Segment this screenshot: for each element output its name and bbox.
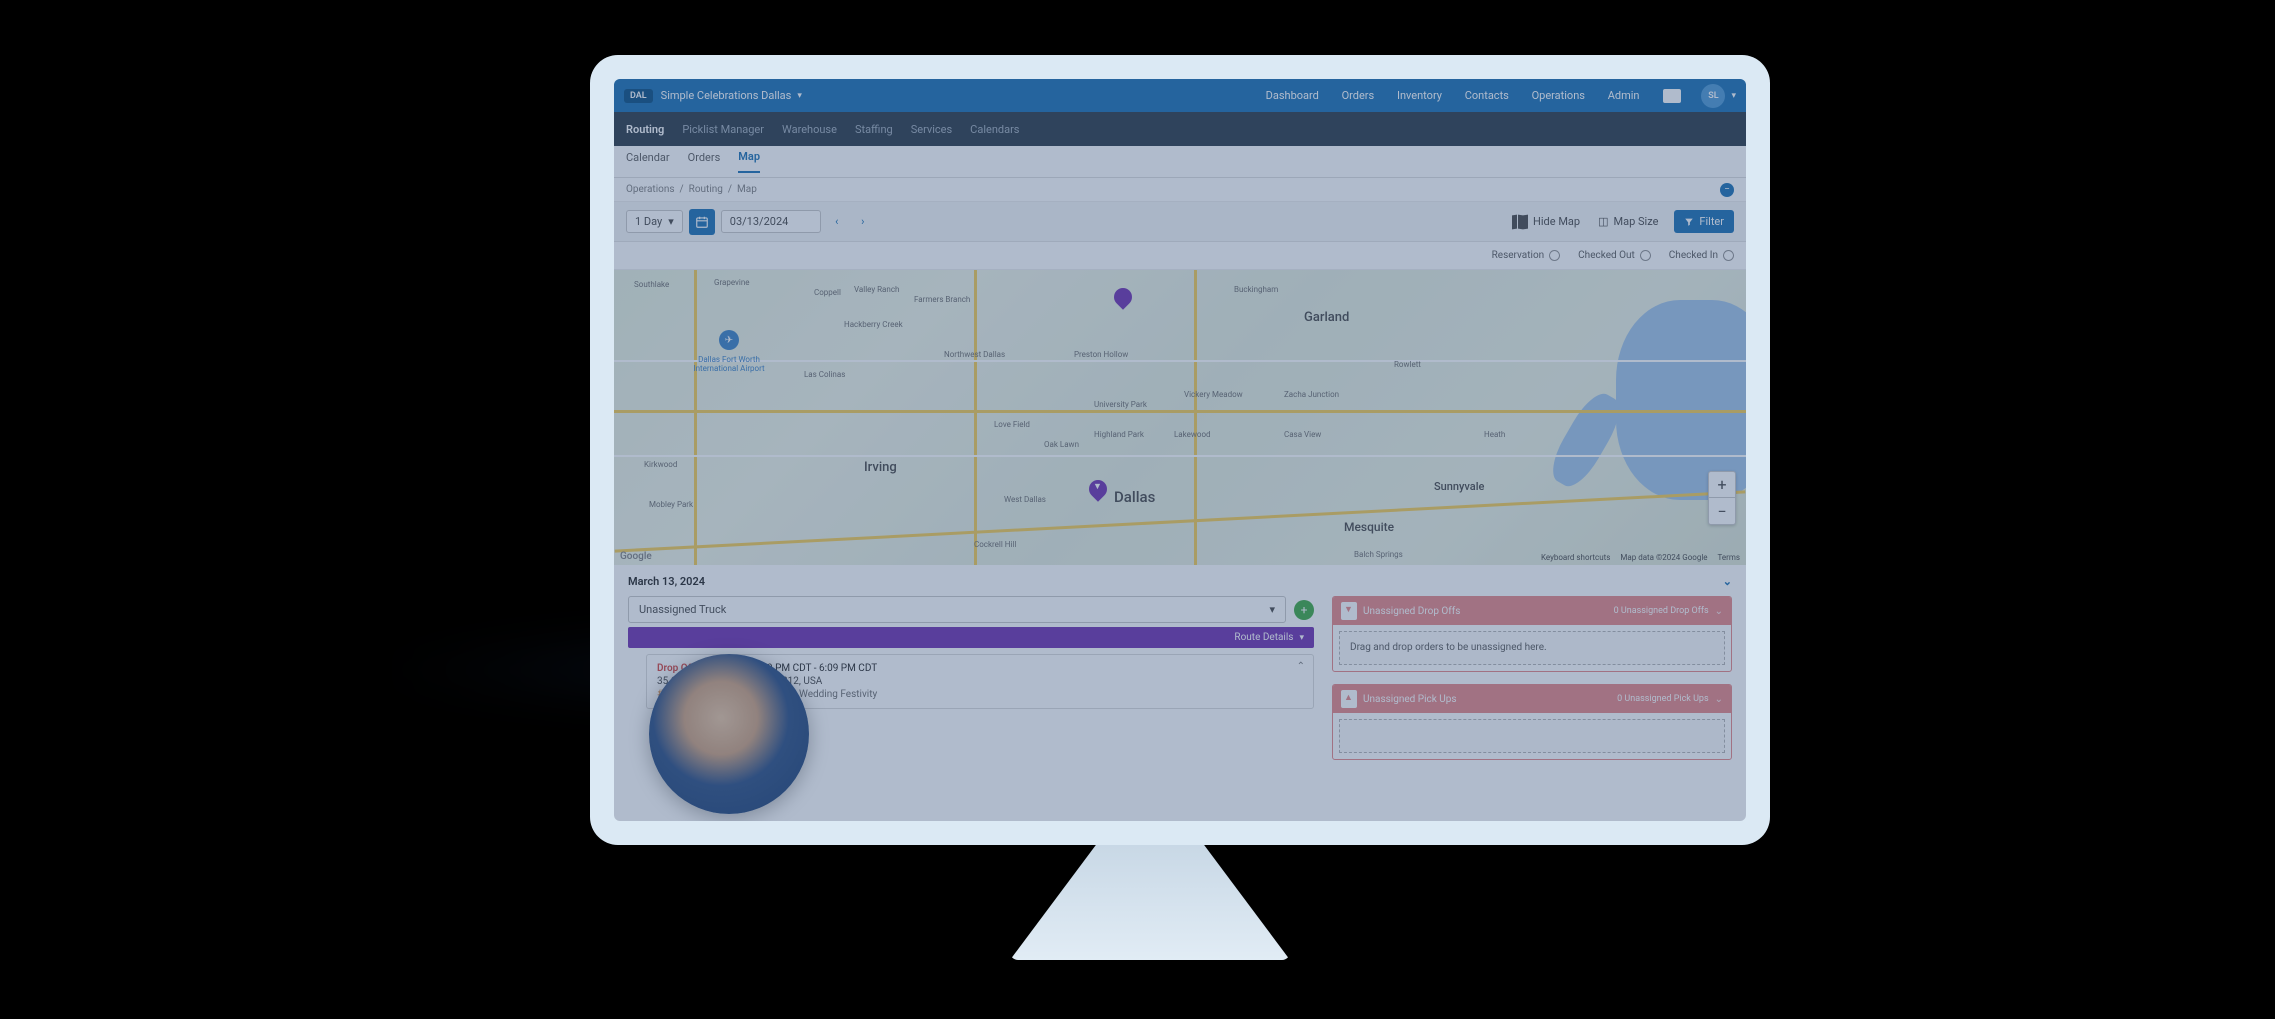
pickup-count: 0 Unassigned Pick Ups [1617,694,1708,704]
filter-button[interactable]: Filter [1674,210,1734,233]
subnav-staffing[interactable]: Staffing [855,123,893,136]
radio-icon [1640,250,1651,261]
map-label-dallas: Dallas [1114,488,1155,506]
map-pin-dropoff[interactable] [1089,480,1107,504]
map-pin[interactable] [1114,288,1132,312]
nav-inventory[interactable]: Inventory [1397,89,1442,102]
tab-bar: Calendar Orders Map [614,146,1746,178]
nav-admin[interactable]: Admin [1608,89,1640,102]
nav-operations[interactable]: Operations [1532,89,1585,102]
nav-dashboard[interactable]: Dashboard [1266,89,1319,102]
hide-map-toggle[interactable]: Hide Map [1512,215,1580,229]
tab-orders[interactable]: Orders [688,151,721,172]
map-size-toggle[interactable]: ◫ Map Size [1598,215,1658,228]
chevron-down-icon[interactable]: ▾ [797,91,802,101]
collapse-stop-icon[interactable]: ⌃ [1297,661,1305,672]
status-checked-out[interactable]: Checked Out [1578,250,1651,261]
truck-select[interactable]: Unassigned Truck ▾ [628,596,1286,623]
calendar-icon[interactable] [689,209,715,235]
top-nav: Dashboard Orders Inventory Contacts Oper… [1256,89,1650,102]
panel-header-dropoffs[interactable]: Unassigned Drop Offs 0 Unassigned Drop O… [1333,597,1731,625]
airport-icon: ✈ [719,330,739,350]
map-attribution: Keyboard shortcuts Map data ©2024 Google… [1541,553,1740,562]
tab-map[interactable]: Map [738,150,760,173]
user-avatar[interactable]: SL [1701,84,1725,108]
pickup-icon [1341,690,1357,708]
app-screen: DAL Simple Celebrations Dallas ▾ Dashboa… [614,79,1746,821]
collapse-icon[interactable]: − [1720,183,1734,197]
toolbar: 1 Day▾ ‹ › Hide Map ◫ Map Size Filter [614,202,1746,242]
breadcrumb: Operations/ Routing/ Map − [614,178,1746,202]
range-select[interactable]: 1 Day▾ [626,210,683,233]
status-checked-in[interactable]: Checked In [1669,250,1734,261]
chevron-down-icon[interactable]: ⌄ [1723,575,1732,588]
tab-calendar[interactable]: Calendar [626,151,670,172]
map-label-irving: Irving [864,460,897,475]
prev-arrow-icon[interactable]: ‹ [827,209,847,235]
radio-icon [1549,250,1560,261]
radio-icon [1723,250,1734,261]
filter-icon [1684,217,1694,227]
chevron-down-icon[interactable]: ⌄ [1715,694,1723,705]
chevron-down-icon[interactable]: ⌄ [1715,606,1723,617]
unassigned-dropoffs-panel: Unassigned Drop Offs 0 Unassigned Drop O… [1332,596,1732,672]
chevron-down-icon: ▾ [1299,633,1304,643]
dropoff-count: 0 Unassigned Drop Offs [1614,606,1709,616]
route-details-bar[interactable]: Route Details ▾ [628,627,1314,648]
nav-orders[interactable]: Orders [1342,89,1375,102]
location-badge[interactable]: DAL [624,89,653,103]
chevron-down-icon: ▾ [1269,603,1275,616]
crumb-operations[interactable]: Operations [626,184,675,195]
top-bar: DAL Simple Celebrations Dallas ▾ Dashboa… [614,79,1746,112]
chevron-down-icon[interactable]: ▾ [1731,91,1736,101]
map-icon [1512,215,1528,229]
add-truck-button[interactable]: + [1294,600,1314,620]
map-label-mesquite: Mesquite [1344,520,1394,534]
status-reservation[interactable]: Reservation [1492,250,1561,261]
zoom-out-button[interactable]: − [1709,498,1735,524]
subnav-calendars[interactable]: Calendars [970,123,1019,136]
subnav-services[interactable]: Services [911,123,952,136]
status-legend: Reservation Checked Out Checked In [614,242,1746,270]
keyboard-shortcuts-link[interactable]: Keyboard shortcuts [1541,553,1610,562]
monitor-frame: DAL Simple Celebrations Dallas ▾ Dashboa… [590,55,1770,845]
user-photo-overlay [649,654,809,814]
inbox-icon[interactable] [1663,89,1681,103]
pickup-drop-zone[interactable] [1339,719,1725,753]
terms-link[interactable]: Terms [1718,553,1740,562]
panel-header-pickups[interactable]: Unassigned Pick Ups 0 Unassigned Pick Up… [1333,685,1731,713]
next-arrow-icon[interactable]: › [853,209,873,235]
unassigned-pickups-panel: Unassigned Pick Ups 0 Unassigned Pick Up… [1332,684,1732,760]
crumb-map: Map [737,184,757,195]
sub-nav: Routing Picklist Manager Warehouse Staff… [614,112,1746,146]
chevron-down-icon: ▾ [668,215,674,228]
crumb-routing[interactable]: Routing [689,184,723,195]
dropoff-icon [1341,602,1357,620]
dropoff-drop-zone[interactable]: Drag and drop orders to be unassigned he… [1339,631,1725,665]
nav-contacts[interactable]: Contacts [1465,89,1509,102]
map-canvas[interactable]: Dallas Irving Garland Mesquite Sunnyvale… [614,270,1746,565]
zoom-in-button[interactable]: + [1709,472,1735,498]
truck-label: Unassigned Truck [639,603,726,616]
subnav-routing[interactable]: Routing [626,123,664,136]
zoom-control: + − [1708,471,1736,525]
subnav-picklist[interactable]: Picklist Manager [682,123,764,136]
location-name[interactable]: Simple Celebrations Dallas [661,89,792,102]
map-data-label: Map data ©2024 Google [1620,553,1707,562]
map-label-sunnyvale: Sunnyvale [1434,480,1484,493]
resize-icon: ◫ [1598,215,1608,228]
google-logo: Google [620,551,652,562]
map-label-garland: Garland [1304,310,1349,325]
date-header: March 13, 2024 ⌄ [628,575,1732,588]
subnav-warehouse[interactable]: Warehouse [782,123,837,136]
date-input[interactable] [721,210,821,233]
